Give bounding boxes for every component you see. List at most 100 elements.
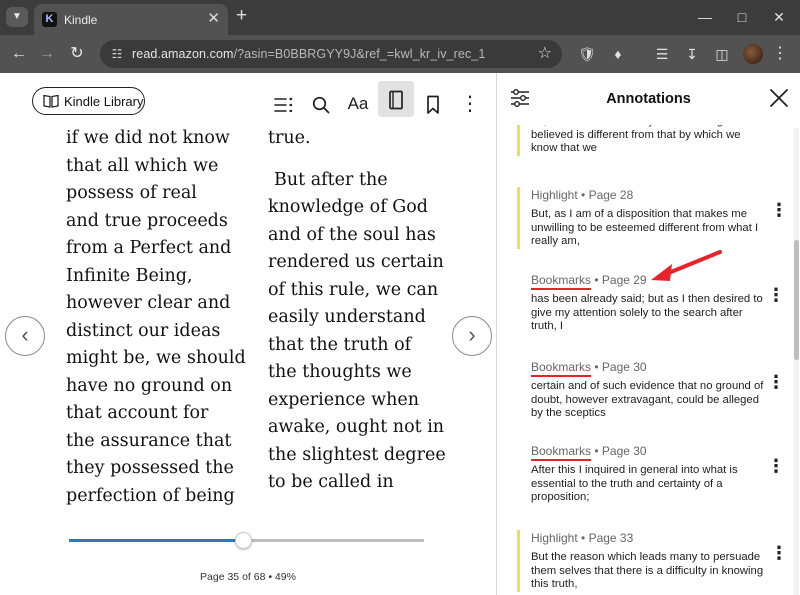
table-of-contents-icon[interactable] (267, 87, 301, 121)
annotation-kind: Bookmarks (531, 273, 592, 290)
annotation-page: • Page 28 (577, 188, 634, 202)
kindle-library-label: Kindle Library (64, 94, 144, 109)
annotation-type-label: Highlight • Page 28 (531, 187, 769, 203)
reload-icon[interactable]: ↻ (66, 43, 88, 65)
page-line: might be, we should (66, 348, 246, 368)
annotation-kind: Bookmarks (531, 360, 592, 377)
browser-tab-kindle[interactable]: K Kindle ✕ (34, 4, 228, 35)
page-line: distinct our ideas (66, 320, 221, 341)
annotation-more-icon[interactable]: ⋮ (770, 544, 788, 562)
annotation-page: • Page 30 (591, 444, 647, 458)
tab-search-button[interactable]: ▼ (6, 7, 28, 27)
page-line: to be called in (268, 472, 394, 492)
annotation-more-icon[interactable]: ⋮ (767, 286, 785, 304)
page-column-left: if we did not know that all which we posse… (66, 125, 246, 510)
site-info-icon[interactable]: ☷ (108, 45, 126, 63)
new-tab-plus-icon[interactable]: + (236, 5, 247, 27)
scrollbar-thumb[interactable] (794, 240, 799, 360)
bookmark-star-icon[interactable]: ☆ (538, 43, 552, 65)
page-line: true. (268, 128, 311, 148)
page-line: rendered us certain (268, 252, 444, 272)
annotation-type-label: Bookmarks • Page 30 (531, 443, 769, 461)
annotation-text: has been already said; but as I then des… (531, 293, 763, 332)
window-maximize-button[interactable]: □ (727, 6, 757, 28)
reader-menu-icon[interactable]: ⋮ (453, 87, 487, 121)
annotation-page: • Page 33 (577, 531, 634, 545)
reading-progress-fill (69, 539, 243, 542)
side-panel-icon[interactable]: ◫ (712, 44, 732, 64)
reading-progress-slider[interactable] (69, 532, 424, 549)
annotation-more-icon[interactable]: ⋮ (767, 457, 785, 475)
highlight-annotation[interactable]: Highlight • Page 28 But, as I am of a dis… (517, 187, 788, 249)
page-line: of this rule, we can (268, 279, 439, 300)
media-queue-icon[interactable]: ☰ (652, 44, 672, 64)
annotation-more-icon[interactable]: ⋮ (767, 373, 785, 391)
annotation-text: certain and of such evidence that no gro… (531, 380, 764, 419)
page-line: knowledge of God (268, 197, 428, 217)
page-line: that all which we (66, 155, 219, 176)
kindle-favicon-icon: K (42, 12, 57, 27)
page-line: and of the soul has (268, 224, 436, 245)
font-settings-icon[interactable]: Aa (341, 87, 375, 121)
notebook-icon[interactable] (378, 81, 414, 117)
page-line: easily understand (268, 307, 426, 327)
page-line: have no ground on (66, 375, 233, 396)
reader-pane: Kindle Library Aa ⋮ if we did not know th… (0, 73, 496, 595)
annotations-title: Annotations (606, 91, 691, 107)
window-close-button[interactable]: ✕ (764, 6, 794, 28)
annotation-kind: Bookmarks (531, 444, 592, 461)
tab-close-icon[interactable]: ✕ (207, 10, 220, 28)
highlight-annotation[interactable]: Highlight • Page 33 But the reason which … (517, 530, 788, 592)
annotation-page: • Page 29 (591, 273, 647, 287)
annotations-panel: Annotations for, as the act of mind by w… (497, 73, 800, 595)
open-book-icon (43, 94, 59, 108)
address-url: read.amazon.com/?asin=B0BBRGYY9J&ref_=kw… (132, 47, 485, 61)
next-page-button[interactable]: › (452, 316, 492, 356)
forward-arrow-icon[interactable]: → (36, 43, 58, 65)
kindle-library-button[interactable]: Kindle Library (32, 87, 145, 115)
bookmark-icon[interactable] (416, 87, 450, 121)
annotation-text: After this I inquired in general into wh… (531, 464, 738, 503)
page-location-status: Page 35 of 68 • 49% (200, 571, 296, 583)
page-line: possess of real (66, 183, 197, 203)
url-host: read.amazon.com (132, 47, 234, 61)
annotation-type-label: Bookmarks • Page 30 (531, 359, 769, 377)
page-line: the slightest degree (268, 444, 446, 465)
annotation-page: • Page 30 (591, 360, 647, 374)
page-line: and true proceeds (66, 210, 228, 231)
tab-title: Kindle (64, 13, 98, 27)
profile-avatar[interactable] (743, 44, 763, 64)
page-line: that the truth of (268, 334, 412, 355)
annotation-text: But, as I am of a disposition that makes… (531, 208, 759, 247)
annotation-text: But the reason which leads many to persu… (531, 551, 764, 590)
page-line: awake, ought not in (268, 417, 445, 437)
page-line: from a Perfect and (66, 238, 232, 258)
page-line: they possessed the (66, 458, 234, 478)
bookmark-annotation[interactable]: Bookmarks • Page 30 After this I inquired… (517, 443, 785, 505)
close-icon[interactable] (766, 85, 792, 111)
annotation-kind: Highlight (531, 188, 578, 202)
browser-menu-icon[interactable]: ⋮ (771, 44, 789, 64)
page-line: the thoughts we (268, 362, 412, 382)
download-icon[interactable]: ↧ (682, 44, 702, 64)
annotation-kind: Highlight (531, 531, 578, 545)
url-path: /?asin=B0BBRGYY9J&ref_=kwl_kr_iv_rec_1 (233, 47, 486, 61)
shield-extension-icon[interactable]: 🛡 (577, 44, 597, 64)
page-line: that account for (66, 403, 209, 423)
previous-page-button[interactable]: ‹ (5, 316, 45, 356)
page-line: perfection of being (66, 485, 235, 506)
annotations-scrollbar[interactable] (794, 128, 799, 595)
bookmark-annotation[interactable]: Bookmarks • Page 29 has been already said… (517, 272, 785, 334)
red-arrow-annotation-icon (651, 250, 722, 281)
page-line: if we did not know (66, 128, 230, 148)
search-icon[interactable] (304, 87, 338, 121)
reading-progress-handle[interactable] (234, 532, 252, 549)
back-arrow-icon[interactable]: ← (8, 43, 30, 65)
extensions-puzzle-icon[interactable]: ♦ (608, 44, 628, 64)
annotation-more-icon[interactable]: ⋮ (770, 201, 788, 219)
annotations-header: Annotations (497, 73, 800, 125)
window-minimize-button[interactable]: — (690, 6, 720, 28)
address-bar[interactable]: ☷ read.amazon.com/?asin=B0BBRGYY9J&ref_=… (100, 40, 562, 68)
bookmark-annotation[interactable]: Bookmarks • Page 30 certain and of such e… (517, 359, 785, 421)
page-column-right: true. But after the knowledge of God and o… (268, 125, 446, 497)
